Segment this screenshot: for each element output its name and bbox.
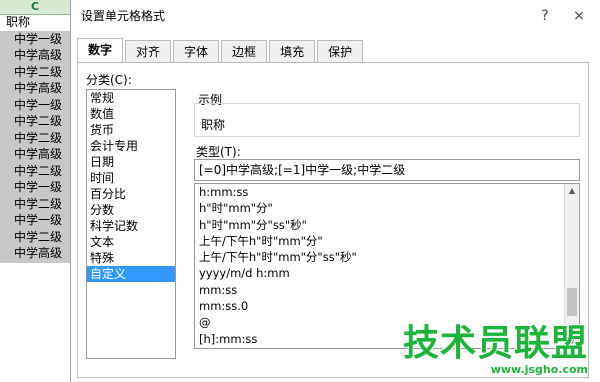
format-item[interactable]: mm:ss [195, 282, 579, 298]
cell[interactable]: 中学二级 [0, 196, 70, 213]
cell[interactable]: 中学二级 [0, 229, 70, 246]
format-item[interactable]: h"时"mm"分"ss"秒" [195, 217, 579, 233]
cell[interactable]: 中学一级 [0, 213, 70, 230]
category-item[interactable]: 时间 [87, 170, 175, 186]
format-item[interactable]: 上午/下午h"时"mm"分" [195, 233, 579, 249]
category-item[interactable]: 分数 [87, 202, 175, 218]
column-header-c[interactable]: C [0, 0, 70, 15]
scroll-up-icon[interactable]: ▲ [565, 184, 579, 198]
cell[interactable]: 职称 [0, 15, 70, 32]
category-item[interactable]: 科学记数 [87, 218, 175, 234]
category-item[interactable]: 文本 [87, 234, 175, 250]
cell[interactable]: 中学一级 [0, 180, 70, 197]
category-item[interactable]: 日期 [87, 154, 175, 170]
tab-0[interactable]: 数字 [77, 38, 124, 64]
category-item[interactable]: 自定义 [87, 266, 175, 282]
spreadsheet-column: C 职称 中学一级 中学高级 中学二级 中学高级 中学一级 中学二级 中学二级 中学高级 中学二级… [0, 0, 70, 382]
cell[interactable]: 中学高级 [0, 81, 70, 98]
cell[interactable]: 中学二级 [0, 130, 70, 147]
cell[interactable]: 中学一级 [0, 31, 70, 48]
category-item[interactable]: 会计专用 [87, 138, 175, 154]
cell[interactable]: 中学高级 [0, 48, 70, 65]
tab-4[interactable]: 填充 [269, 40, 316, 63]
sample-value: 职称 [201, 118, 226, 132]
tab-5[interactable]: 保护 [317, 40, 364, 63]
close-icon[interactable]: × [564, 0, 594, 32]
category-item[interactable]: 百分比 [87, 186, 175, 202]
type-input[interactable]: [=0]中学高级;[=1]中学一级;中学二级 [194, 159, 580, 181]
category-item[interactable]: 数值 [87, 106, 175, 122]
format-cells-dialog: 设置单元格格式 ? × 数字 对齐 字体 边框 填充 保护 分类(C): 常规 数值 货币 会计… [70, 0, 600, 382]
cell[interactable]: 中学高级 [0, 147, 70, 164]
format-item[interactable]: h:mm:ss [195, 184, 579, 200]
tab-2[interactable]: 字体 [173, 40, 220, 63]
watermark-text: 技术员联盟 [402, 323, 588, 364]
type-label: 类型(T): [196, 145, 241, 159]
help-icon[interactable]: ? [530, 0, 560, 32]
cell[interactable]: 中学二级 [0, 114, 70, 131]
scroll-thumb[interactable] [567, 288, 577, 317]
cell[interactable]: 中学一级 [0, 97, 70, 114]
watermark-url: www.jsgho.com [490, 363, 588, 376]
cell[interactable]: 中学二级 [0, 64, 70, 81]
cell[interactable]: 中学二级 [0, 163, 70, 180]
category-item[interactable]: 常规 [87, 90, 175, 106]
format-item[interactable]: mm:ss.0 [195, 298, 579, 314]
format-item[interactable]: h"时"mm"分" [195, 200, 579, 216]
format-item[interactable]: yyyy/m/d h:mm [195, 265, 579, 281]
category-list[interactable]: 常规 数值 货币 会计专用 日期 时间 百分比 分数 科学记数 文本 特殊 自定义 [86, 89, 176, 359]
tab-3[interactable]: 边框 [221, 40, 268, 63]
dialog-title: 设置单元格格式 [81, 9, 166, 23]
sample-box: 职称 [194, 103, 580, 137]
tab-1[interactable]: 对齐 [125, 40, 172, 63]
category-item[interactable]: 特殊 [87, 250, 175, 266]
tab-strip: 数字 对齐 字体 边框 填充 保护 [77, 38, 365, 64]
category-label: 分类(C): [86, 73, 132, 87]
dialog-titlebar[interactable]: 设置单元格格式 ? × [71, 0, 600, 32]
watermark-logo: 技术员联盟 www.jsgho.com [403, 324, 588, 376]
cell[interactable]: 中学高级 [0, 246, 70, 263]
format-item[interactable]: 上午/下午h"时"mm"分"ss"秒" [195, 249, 579, 265]
category-item[interactable]: 货币 [87, 122, 175, 138]
